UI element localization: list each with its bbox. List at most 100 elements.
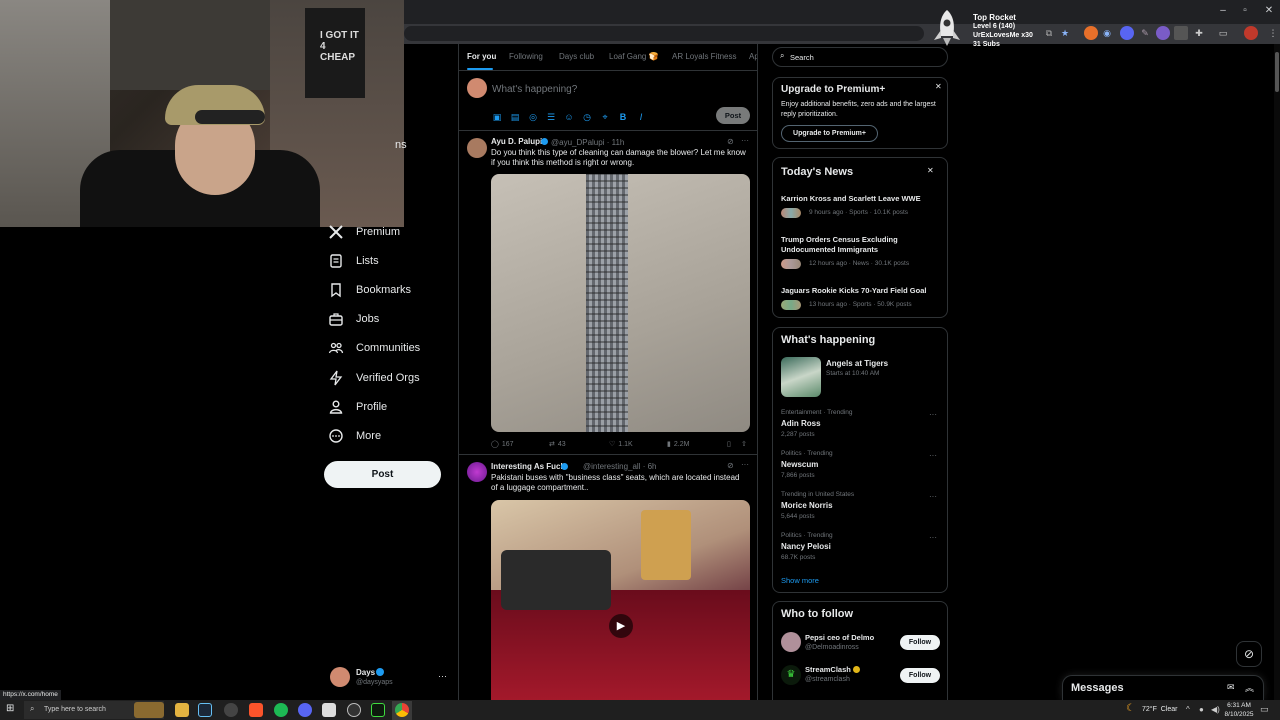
trend-name[interactable]: Morice Norris xyxy=(781,501,833,510)
maximize-icon[interactable]: ▫ xyxy=(1236,4,1254,18)
views-button[interactable]: ▮ 2.2M xyxy=(667,440,689,449)
taskbar-search-input[interactable]: Type here to search xyxy=(44,706,106,713)
microphone-icon[interactable]: ● xyxy=(1199,705,1204,714)
account-more-icon[interactable]: ··· xyxy=(438,671,447,681)
clock-date[interactable]: 8/10/2025 xyxy=(1224,711,1254,718)
windows-start-icon[interactable]: ⊞ xyxy=(6,703,14,714)
tweet-media-video[interactable]: ▶ xyxy=(491,500,750,700)
share-icon[interactable]: ⇧ xyxy=(741,440,747,448)
grok-icon[interactable]: ⊘ xyxy=(727,137,734,146)
nav-item-communities[interactable]: Communities xyxy=(328,335,420,361)
tweet-media-video[interactable] xyxy=(491,174,750,432)
app-icon[interactable] xyxy=(371,703,385,717)
nav-item-more[interactable]: More xyxy=(328,423,381,449)
follow-suggestion-name[interactable]: StreamClash xyxy=(805,665,851,674)
discord-icon[interactable] xyxy=(298,703,312,717)
extension-icon[interactable]: ✎ xyxy=(1138,26,1152,40)
tweet-author-name[interactable]: Interesting As Fuck xyxy=(491,462,565,471)
nav-item-partial[interactable]: ns xyxy=(395,132,407,158)
star-icon[interactable]: ★ xyxy=(1058,26,1072,40)
tab-following[interactable]: Following xyxy=(509,52,543,61)
sidebar-icon[interactable]: ▭ xyxy=(1216,26,1230,40)
extension-icon[interactable] xyxy=(1084,26,1098,40)
obs-icon[interactable] xyxy=(347,703,361,717)
event-name[interactable]: Angels at Tigers xyxy=(826,359,888,368)
chevron-up-icon[interactable]: ︽ xyxy=(1245,681,1254,694)
bold-icon[interactable]: B xyxy=(618,112,628,122)
gif-icon[interactable]: ▤ xyxy=(510,112,520,122)
settings-icon[interactable] xyxy=(224,703,238,717)
reply-button[interactable]: ◯ 167 xyxy=(491,440,514,449)
trend-more-icon[interactable]: ··· xyxy=(929,492,937,501)
avatar[interactable] xyxy=(781,632,801,652)
compose-input[interactable]: What's happening? xyxy=(492,84,577,95)
chrome-icon[interactable] xyxy=(395,703,409,717)
nav-item-premium[interactable]: Premium xyxy=(328,219,400,245)
file-explorer-icon[interactable] xyxy=(175,703,189,717)
post-button[interactable]: Post xyxy=(324,461,441,488)
like-button[interactable]: ♡ 1.1K xyxy=(609,440,633,449)
menu-kebab-icon[interactable]: ⋮ xyxy=(1266,26,1280,40)
news-item-title[interactable]: Trump Orders Census Excluding Undocument… xyxy=(781,235,921,255)
search-box[interactable]: ⌕ Search xyxy=(772,47,948,67)
news-item-title[interactable]: Jaguars Rookie Kicks 70-Yard Field Goal xyxy=(781,286,941,296)
emoji-icon[interactable]: ☺ xyxy=(564,112,574,122)
repost-button[interactable]: ⇄ 43 xyxy=(549,440,566,449)
image-icon[interactable]: ▣ xyxy=(492,112,502,122)
messages-drawer[interactable]: Messages ✉ ︽ xyxy=(1062,675,1264,700)
schedule-icon[interactable]: ◷ xyxy=(582,112,592,122)
grok-icon[interactable]: ⊘ xyxy=(1236,641,1262,667)
audio-icon[interactable]: ◉ xyxy=(1100,26,1114,40)
tab-partial[interactable]: Ap xyxy=(749,52,757,61)
scrollbar[interactable] xyxy=(1274,44,1280,700)
app-icon[interactable] xyxy=(322,703,336,717)
weather-text[interactable]: 72°F Clear xyxy=(1142,706,1177,713)
extension-icon[interactable] xyxy=(1156,26,1170,40)
tab-days-club[interactable]: Days club xyxy=(559,52,594,61)
follow-button[interactable]: Follow xyxy=(900,635,940,650)
follow-suggestion-name[interactable]: Pepsi ceo of Delmo xyxy=(805,633,874,642)
avatar[interactable] xyxy=(467,138,487,158)
trend-more-icon[interactable]: ··· xyxy=(929,451,937,460)
volume-icon[interactable]: ◀) xyxy=(1211,705,1220,714)
trend-name[interactable]: Adin Ross xyxy=(781,419,821,428)
scrollbar-thumb[interactable] xyxy=(1275,52,1279,92)
extension-icon[interactable] xyxy=(1174,26,1188,40)
trend-name[interactable]: Newscum xyxy=(781,460,818,469)
streamclash-logo-icon[interactable]: ♛ xyxy=(781,665,801,685)
bookmark-icon[interactable]: ▯ xyxy=(727,440,731,448)
search-input[interactable]: Search xyxy=(790,53,814,62)
location-icon[interactable]: ⌖ xyxy=(600,112,610,122)
install-icon[interactable]: ⧉ xyxy=(1042,26,1056,40)
upgrade-premium-button[interactable]: Upgrade to Premium+ xyxy=(781,125,878,142)
close-icon[interactable]: ✕ xyxy=(935,82,942,91)
tab-for-you[interactable]: For you xyxy=(467,52,496,61)
nav-item-verified-orgs[interactable]: Verified Orgs xyxy=(328,365,420,391)
tweet-more-icon[interactable]: ··· xyxy=(741,460,749,469)
clock-time[interactable]: 6:31 AM xyxy=(1226,702,1252,709)
avatar[interactable] xyxy=(467,462,487,482)
nav-item-lists[interactable]: Lists xyxy=(328,248,379,274)
address-bar[interactable] xyxy=(404,26,924,41)
nav-item-bookmarks[interactable]: Bookmarks xyxy=(328,277,411,303)
trend-more-icon[interactable]: ··· xyxy=(929,410,937,419)
tweet-author-handle[interactable]: @ayu_DPalupi · 11h xyxy=(551,138,624,147)
nav-item-profile[interactable]: Profile xyxy=(328,394,387,420)
avatar[interactable] xyxy=(330,667,350,687)
new-message-icon[interactable]: ✉ xyxy=(1227,682,1235,693)
compose-post-button[interactable]: Post xyxy=(716,107,750,124)
extension-icon[interactable] xyxy=(1120,26,1134,40)
tweet-more-icon[interactable]: ··· xyxy=(741,136,749,145)
follow-button[interactable]: Follow xyxy=(900,668,940,683)
tab-loaf-gang[interactable]: Loaf Gang 🍞 xyxy=(609,52,659,61)
poll-icon[interactable]: ☰ xyxy=(546,112,556,122)
nav-item-jobs[interactable]: Jobs xyxy=(328,306,379,332)
tweet-author-name[interactable]: Ayu D. Palupi xyxy=(491,137,542,146)
close-window-icon[interactable]: ✕ xyxy=(1260,4,1278,18)
brave-icon[interactable] xyxy=(249,703,263,717)
trend-more-icon[interactable]: ··· xyxy=(929,533,937,542)
steam-icon[interactable] xyxy=(198,703,212,717)
puzzle-icon[interactable]: ✚ xyxy=(1192,26,1206,40)
trend-name[interactable]: Nancy Pelosi xyxy=(781,542,831,551)
minimize-icon[interactable]: – xyxy=(1214,4,1232,18)
